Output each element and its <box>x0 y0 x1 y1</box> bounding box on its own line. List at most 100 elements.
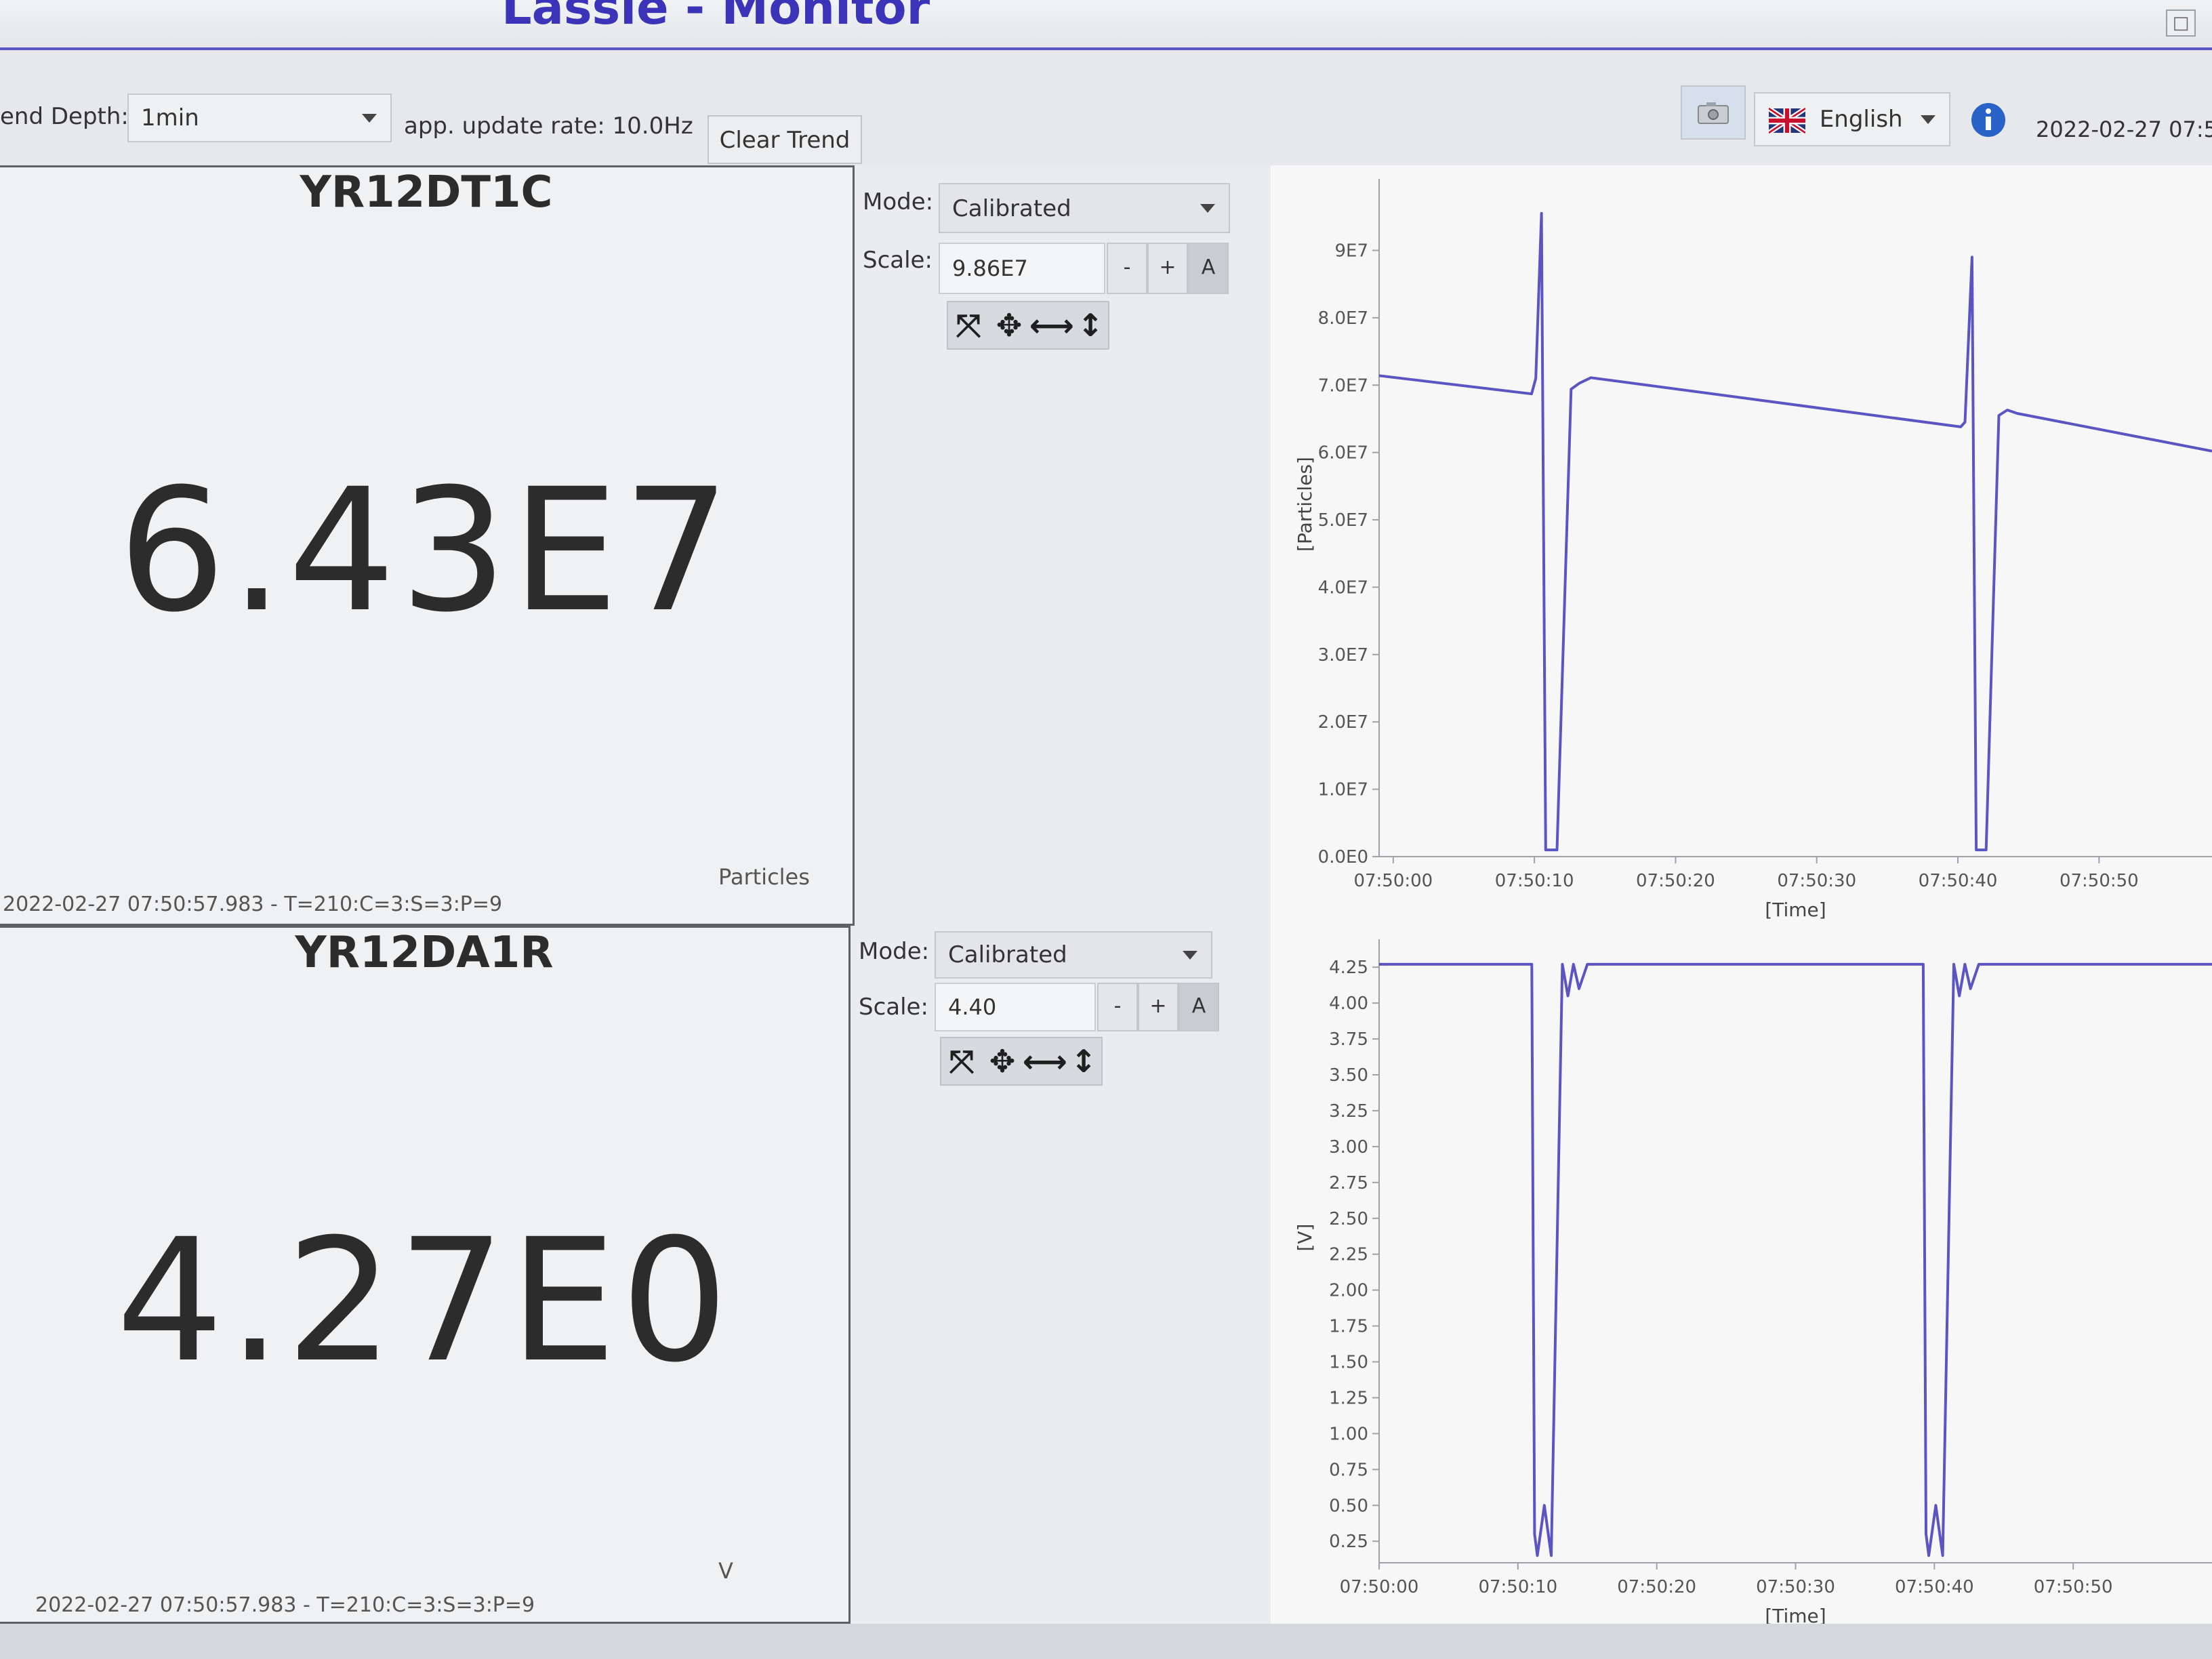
y-tick-label: 7.0E7 <box>1318 375 1368 396</box>
trend-depth-value: 1min <box>141 104 199 131</box>
x-tick-label: 07:50:20 <box>1617 1577 1696 1597</box>
vertical-zoom-icon[interactable]: ↕ <box>1063 1038 1104 1084</box>
pan-icon[interactable]: ✥ <box>989 302 1029 348</box>
y-tick-label: 2.0E7 <box>1318 712 1368 733</box>
window-maximize-icon[interactable]: □ <box>2166 9 2196 37</box>
fit-icon[interactable]: ⤧ <box>941 1038 982 1084</box>
device-value: 6.43E7 <box>118 452 735 649</box>
x-tick-label: 07:50:00 <box>1340 1577 1419 1597</box>
scale-decrease-button[interactable]: - <box>1097 983 1138 1031</box>
language-value: English <box>1819 106 1903 133</box>
trend-depth-label: end Depth: <box>0 103 129 130</box>
pan-icon[interactable]: ✥ <box>982 1038 1023 1084</box>
scale-input[interactable]: 4.40 <box>935 983 1096 1031</box>
x-axis-label: [Time] <box>1765 1605 1826 1624</box>
x-tick-label: 07:50:30 <box>1777 871 1856 891</box>
scale-auto-button[interactable]: A <box>1188 243 1229 294</box>
mode-select[interactable]: Calibrated <box>939 183 1230 233</box>
y-axis-label: [V] <box>1294 1223 1316 1251</box>
y-tick-label: 9E7 <box>1334 241 1368 261</box>
scale-increase-button[interactable]: + <box>1147 243 1188 294</box>
chevron-down-icon <box>1200 204 1215 213</box>
y-tick-label: 0.50 <box>1329 1496 1368 1516</box>
horizontal-zoom-icon[interactable]: ⟷ <box>1023 1038 1067 1084</box>
y-tick-label: 4.25 <box>1329 958 1368 978</box>
y-tick-label: 2.75 <box>1329 1173 1368 1193</box>
x-tick-label: 07:50:00 <box>1353 871 1433 891</box>
window-title-bar: Lassie - Monitor □ <box>0 0 2212 50</box>
trend-chart-2[interactable]: 0.25 0.50 0.75 1.00 1.25 1.50 1.75 2.00 2.25 2.50… <box>1271 926 2212 1627</box>
horizontal-zoom-icon[interactable]: ⟷ <box>1029 302 1074 348</box>
scale-label: Scale: <box>863 247 933 274</box>
chevron-down-icon <box>1921 115 1936 124</box>
y-tick-label: 2.50 <box>1329 1209 1368 1229</box>
y-tick-label: 3.50 <box>1329 1065 1368 1086</box>
y-tick-label: 3.0E7 <box>1318 645 1368 665</box>
y-tick-label: 6.0E7 <box>1318 443 1368 464</box>
device-timestamp: 2022-02-27 07:50:57.983 - T=210:C=3:S=3:… <box>35 1593 535 1617</box>
toolbar: end Depth: 1min app. update rate: 10.0Hz… <box>0 50 2212 165</box>
trend-chart-2-area: 0.25 0.50 0.75 1.00 1.25 1.50 1.75 2.00 2.25 2.50… <box>1271 926 2212 1627</box>
scale-increase-button[interactable]: + <box>1138 983 1179 1031</box>
y-tick-label: 0.25 <box>1329 1532 1368 1552</box>
window-title: Lassie - Monitor <box>501 0 930 35</box>
series-line <box>1379 962 2212 1557</box>
scale-input[interactable]: 9.86E7 <box>939 243 1105 294</box>
info-icon <box>1971 103 2005 137</box>
camera-icon <box>1698 102 1729 124</box>
fit-icon[interactable]: ⤧ <box>948 302 989 348</box>
x-tick-label: 07:50:20 <box>1636 871 1715 891</box>
device-name: YR12DA1R <box>295 928 554 978</box>
vertical-zoom-icon[interactable]: ↕ <box>1070 302 1111 348</box>
zoom-tools: ⤧ ✥ ⟷ ↕ <box>947 301 1109 350</box>
info-button[interactable] <box>1963 94 2014 148</box>
x-tick-label: 07:50:50 <box>2060 871 2139 891</box>
y-tick-label: 2.25 <box>1329 1245 1368 1265</box>
y-tick-label: 3.25 <box>1329 1101 1368 1122</box>
clear-trend-button[interactable]: Clear Trend <box>708 115 862 164</box>
device-panel-1: YR12DT1C 6.43E7 Particles 2022-02-27 07:… <box>0 165 855 926</box>
zoom-tools: ⤧ ✥ ⟷ ↕ <box>940 1037 1103 1086</box>
x-tick-label: 07:50:50 <box>2034 1577 2113 1597</box>
y-tick-label: 1.0E7 <box>1318 780 1368 800</box>
device-value: 4.27E0 <box>116 1202 733 1399</box>
y-tick-label: 1.00 <box>1329 1424 1368 1444</box>
y-tick-label: 4.0E7 <box>1318 577 1368 598</box>
x-tick-label: 07:50:10 <box>1495 871 1574 891</box>
mode-value: Calibrated <box>948 941 1067 968</box>
device-controls-1: Mode: Calibrated Scale: 9.86E7 - + A ⤧ ✥… <box>855 165 1271 926</box>
device-unit: V <box>718 1558 733 1584</box>
y-tick-label: 4.00 <box>1329 994 1368 1014</box>
y-tick-label: 5.0E7 <box>1318 510 1368 531</box>
device-name: YR12DT1C <box>300 167 553 218</box>
y-tick-label: 3.75 <box>1329 1029 1368 1050</box>
x-tick-label: 07:50:40 <box>1919 871 1998 891</box>
mode-label: Mode: <box>863 188 934 216</box>
mode-select[interactable]: Calibrated <box>935 931 1212 979</box>
chevron-down-icon <box>362 114 377 123</box>
y-axis-label: [Particles] <box>1294 457 1316 552</box>
scale-label: Scale: <box>859 994 928 1021</box>
trend-chart-1[interactable]: 0.0E0 1.0E7 2.0E7 3.0E7 4.0E7 5.0E7 6.0E7 7.0E7… <box>1271 165 2212 926</box>
screenshot-button[interactable] <box>1681 85 1746 140</box>
device-controls-2: Mode: Calibrated Scale: 4.40 - + A ⤧ ✥ ⟷… <box>851 926 1271 1624</box>
device-unit: Particles <box>718 864 810 890</box>
device-panel-2: YR12DA1R 4.27E0 V 2022-02-27 07:50:57.98… <box>0 926 851 1624</box>
x-tick-label: 07:50:30 <box>1756 1577 1835 1597</box>
y-tick-label: 1.75 <box>1329 1317 1368 1337</box>
update-rate-text: app. update rate: 10.0Hz <box>404 112 693 140</box>
scale-auto-button[interactable]: A <box>1179 983 1219 1031</box>
mode-label: Mode: <box>859 938 930 965</box>
uk-flag-icon <box>1767 106 1807 135</box>
language-select[interactable]: English <box>1754 92 1950 146</box>
trend-depth-select[interactable]: 1min <box>127 94 392 142</box>
device-timestamp: 2022-02-27 07:50:57.983 - T=210:C=3:S=3:… <box>3 893 503 916</box>
y-tick-label: 1.25 <box>1329 1388 1368 1408</box>
mode-value: Calibrated <box>952 195 1071 222</box>
chevron-down-icon <box>1183 951 1197 960</box>
status-bar <box>0 1624 2212 1659</box>
scale-decrease-button[interactable]: - <box>1107 243 1147 294</box>
y-tick-label: 3.00 <box>1329 1137 1368 1158</box>
y-tick-label: 0.75 <box>1329 1460 1368 1480</box>
y-tick-label: 0.0E0 <box>1318 847 1368 867</box>
